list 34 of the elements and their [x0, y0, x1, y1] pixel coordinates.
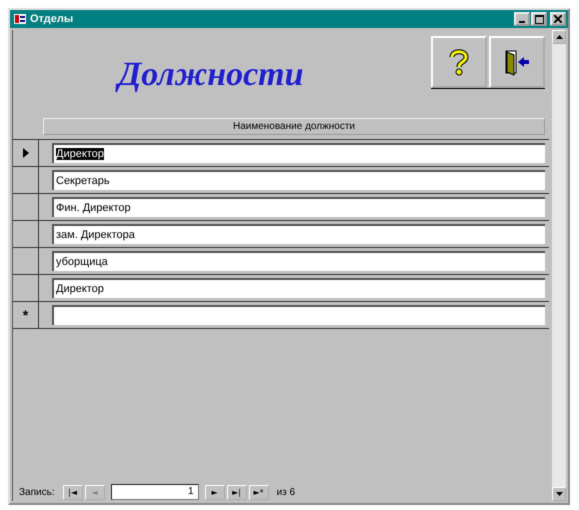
current-record-icon	[22, 148, 28, 158]
scroll-up-button[interactable]	[552, 30, 566, 44]
door-exit-icon	[503, 48, 531, 76]
table-cell[interactable]: Директор	[52, 278, 545, 298]
vertical-scrollbar[interactable]	[552, 30, 566, 501]
question-mark-icon	[447, 48, 471, 76]
record-label: Запись:	[19, 486, 55, 498]
table-cell[interactable]: Секретарь	[52, 170, 545, 190]
scroll-down-button[interactable]	[552, 487, 566, 501]
record-count: из 6	[276, 486, 296, 498]
new-record-cell[interactable]	[52, 305, 545, 325]
table-cell[interactable]: Директор	[52, 143, 545, 163]
down-arrow-icon	[556, 492, 562, 496]
record-nav-button[interactable]: ►	[204, 484, 225, 500]
column-header[interactable]: Наименование должности	[43, 118, 545, 135]
minimize-button[interactable]	[514, 12, 530, 26]
record-number-field[interactable]: 1	[110, 484, 199, 500]
maximize-icon	[534, 14, 544, 24]
form-title: Должности	[118, 56, 304, 94]
record-nav-button[interactable]: |◄	[62, 484, 83, 500]
table-cell[interactable]: зам. Директора	[52, 224, 545, 244]
record-nav-button[interactable]: ►|	[226, 484, 247, 500]
window-title: Отделы	[30, 13, 74, 25]
table-cell[interactable]: уборщица	[52, 251, 545, 271]
maximize-button[interactable]	[531, 12, 547, 26]
help-button[interactable]	[431, 36, 487, 88]
exit-button[interactable]	[489, 36, 545, 88]
close-icon	[554, 15, 562, 23]
up-arrow-icon	[556, 35, 562, 39]
form-icon	[14, 14, 26, 24]
record-nav-button[interactable]: ►*	[248, 484, 269, 500]
close-button[interactable]	[550, 12, 566, 26]
table-cell[interactable]: Фин. Директор	[52, 197, 545, 217]
new-record-selector[interactable]: *	[13, 302, 39, 328]
